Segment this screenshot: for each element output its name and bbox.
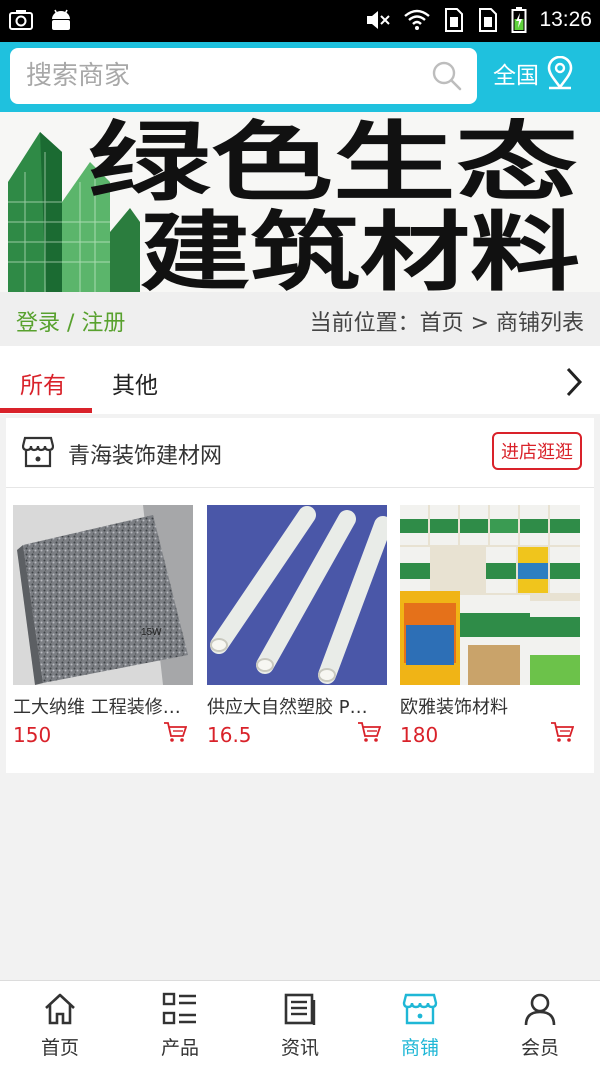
product-image-pvc-pipes: [207, 505, 387, 685]
location-pin-icon: [547, 56, 573, 90]
svg-text:15W: 15W: [141, 627, 162, 638]
banner-line1: 绿色生态: [88, 113, 578, 213]
cart-icon[interactable]: [357, 721, 381, 743]
product-image-paint-buckets: [400, 505, 580, 685]
product-name: 供应大自然塑胶 PVC管: [207, 697, 379, 718]
visit-store-button[interactable]: 进店逛逛: [492, 432, 582, 470]
news-icon: [284, 993, 316, 1025]
nav-home[interactable]: 首页: [0, 991, 120, 1060]
search-box[interactable]: [10, 48, 477, 104]
sim2-icon: [479, 8, 498, 32]
nav-news-label: 资讯: [280, 1037, 319, 1059]
product-card[interactable]: 欧雅装饰材料 180: [400, 505, 580, 747]
status-time: 13:26: [539, 8, 592, 31]
tab-other[interactable]: 其他: [112, 366, 158, 400]
region-label: 全国: [493, 63, 539, 89]
store-card-header: 青海装饰建材网 进店逛逛: [6, 418, 594, 488]
cart-icon[interactable]: [163, 721, 187, 743]
nav-news[interactable]: 资讯: [240, 991, 360, 1060]
shop-icon: [402, 993, 438, 1025]
mute-icon: [367, 11, 391, 29]
search-icon[interactable]: [431, 60, 463, 92]
home-icon: [45, 993, 75, 1025]
product-name: 工大纳维 工程装修地面砖: [13, 697, 185, 718]
nav-member[interactable]: 会员: [480, 991, 600, 1060]
search-input[interactable]: [26, 58, 416, 94]
login-register-link[interactable]: 登录 / 注册: [16, 305, 125, 337]
banner-line2: 建筑材料: [140, 203, 580, 292]
nav-products[interactable]: 产品: [120, 991, 240, 1060]
cart-icon[interactable]: [550, 721, 574, 743]
sim1-icon: [445, 8, 464, 32]
region-selector[interactable]: 全国: [493, 56, 575, 90]
top-header: 全国: [0, 42, 600, 112]
screenshot-icon: [9, 10, 33, 30]
nav-shops-label: 商铺: [400, 1037, 439, 1059]
product-card[interactable]: 供应大自然塑胶 PVC管 16.5: [207, 505, 387, 747]
chevron-right-icon[interactable]: [564, 366, 584, 398]
breadcrumb-bar: 登录 / 注册 当前位置：首页 > 商铺列表: [0, 292, 600, 346]
promo-banner[interactable]: 绿色生态 建筑材料: [0, 112, 600, 292]
battery-icon: [511, 7, 527, 33]
user-icon: [524, 993, 556, 1026]
status-bar: 13:26: [0, 0, 600, 42]
list-icon: [162, 992, 196, 1025]
bottom-nav: 首页 产品 资讯 商铺 会员: [0, 980, 600, 1067]
active-tab-indicator: [0, 408, 92, 413]
breadcrumb: 当前位置：首页 > 商铺列表: [309, 311, 584, 336]
nav-home-label: 首页: [40, 1037, 79, 1059]
product-card[interactable]: 15W 工大纳维 工程装修地面砖 150: [13, 505, 193, 747]
banner-image: 绿色生态 建筑材料: [0, 112, 600, 292]
nav-shops[interactable]: 商铺: [360, 991, 480, 1060]
nav-products-label: 产品: [160, 1037, 199, 1059]
store-name[interactable]: 青海装饰建材网: [68, 438, 222, 470]
product-image-granite: 15W: [13, 505, 193, 685]
store-icon: [22, 436, 54, 468]
android-icon: [52, 9, 70, 30]
product-name: 欧雅装饰材料: [400, 697, 508, 718]
nav-member-label: 会员: [520, 1037, 559, 1059]
category-tabs: 所有 其他: [0, 346, 600, 414]
tab-all[interactable]: 所有: [20, 366, 66, 400]
store-products: 15W 工大纳维 工程装修地面砖 150 供应大: [6, 488, 594, 773]
wifi-icon: [404, 9, 431, 30]
